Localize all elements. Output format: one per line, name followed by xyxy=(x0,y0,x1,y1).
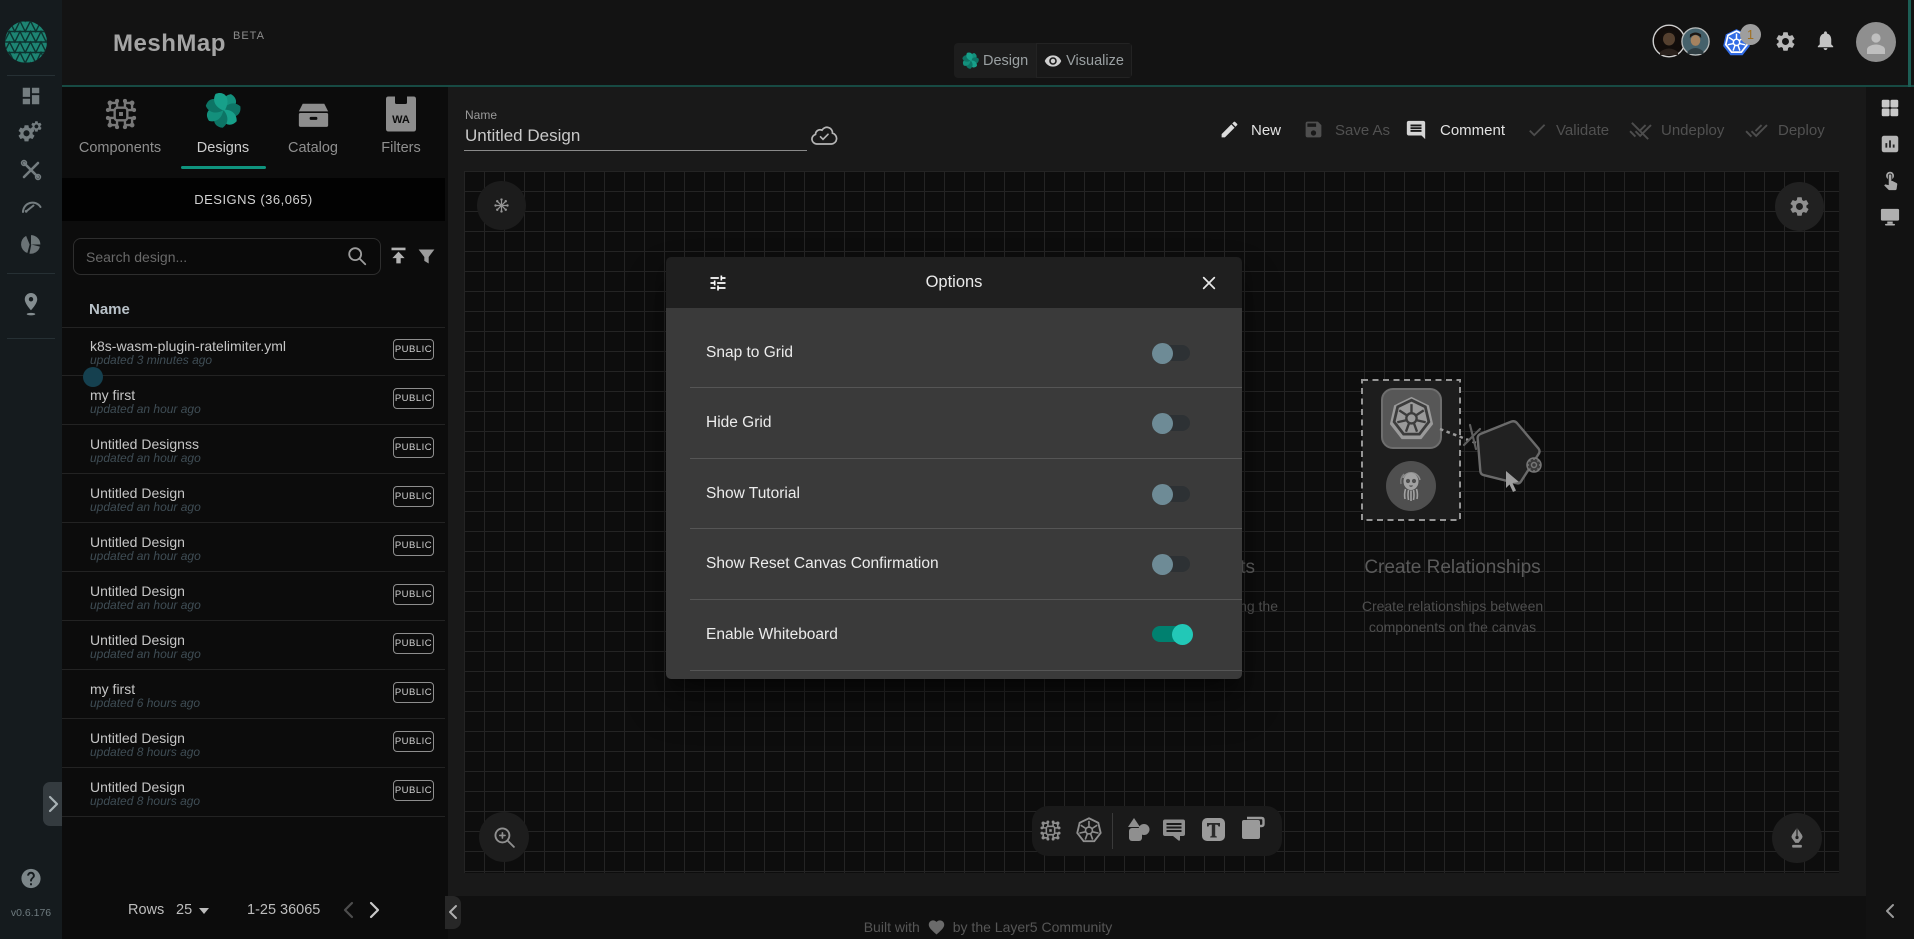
svg-text:WA: WA xyxy=(392,114,410,126)
